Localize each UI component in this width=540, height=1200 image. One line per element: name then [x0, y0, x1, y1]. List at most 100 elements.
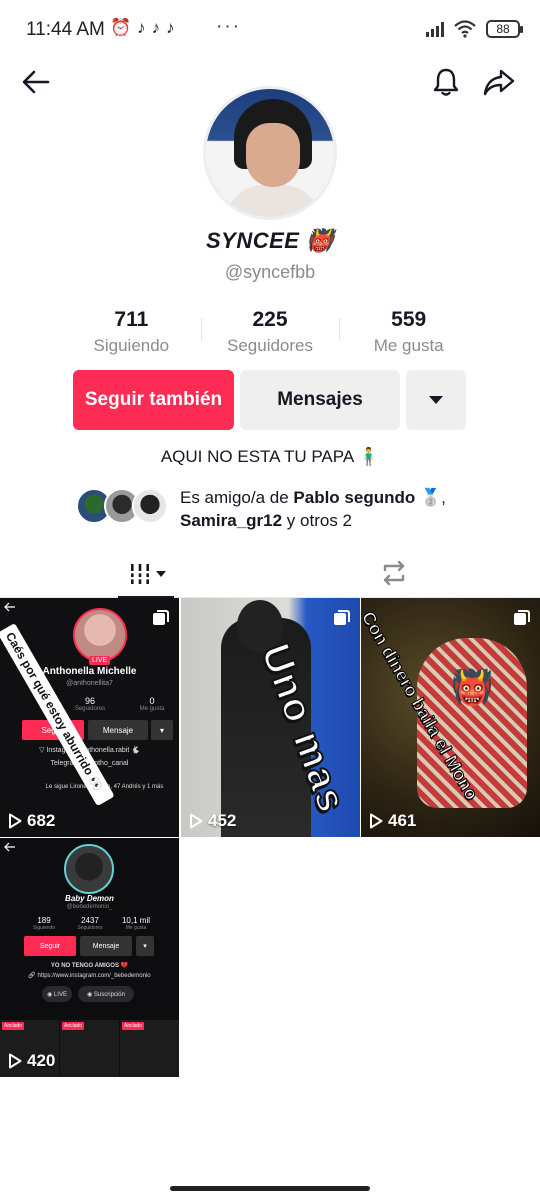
back-arrow-icon[interactable]	[20, 66, 52, 98]
caret-down-icon	[156, 571, 166, 577]
inner-stat: 189 Siguiendo	[24, 916, 64, 931]
system-icons: 88	[426, 20, 523, 38]
stat-label: Siguiendo	[93, 336, 170, 355]
video-thumbnail[interactable]: Uno mas 452	[181, 598, 360, 837]
inner-bio-line: YO NO TENGO AMIGOS 💔	[50, 963, 129, 969]
stat-value: 559	[391, 308, 427, 331]
inner-live-pill: ◉ LIVE	[42, 986, 72, 1002]
inner-profile-name: Baby Demon	[65, 894, 114, 903]
inner-stat: 96 Seguidores	[70, 696, 110, 712]
stat-label: Seguidores	[227, 336, 314, 355]
repost-icon[interactable]	[377, 556, 411, 590]
signal-icon	[426, 21, 444, 37]
friend-name: Pablo segundo 🥈	[293, 488, 442, 507]
view-count: 682	[8, 811, 55, 831]
friend-avatars	[76, 486, 172, 526]
inner-more-button: ▾	[151, 720, 173, 740]
inner-stat-value: 96	[84, 696, 95, 706]
view-count-value: 682	[27, 811, 56, 830]
battery-icon: 88	[486, 20, 523, 38]
status-time: 11:44 AM	[26, 19, 105, 40]
view-count-value: 420	[27, 1051, 56, 1070]
wifi-icon	[454, 20, 476, 38]
tiktok-icon: ♪	[166, 18, 175, 37]
tiktok-icon: ♪	[151, 18, 161, 37]
share-icon[interactable]	[482, 66, 516, 98]
inner-stat: 0 Me gusta	[132, 696, 172, 712]
message-button[interactable]: Mensajes	[240, 370, 400, 430]
inner-stat-label: Me gusta	[139, 706, 165, 712]
friends-prefix: Es amigo/a de	[180, 488, 294, 507]
friends-suffix: y otros 2	[282, 511, 352, 530]
stat-value: 711	[114, 308, 149, 331]
profile-actions: Seguir también Mensajes	[73, 370, 466, 430]
play-icon	[190, 813, 203, 829]
view-count: 461	[369, 811, 416, 831]
inner-stat-value: 2437	[81, 916, 99, 925]
inner-stat-label: Seguidores	[74, 706, 106, 712]
inner-stat-label: Siguiendo	[32, 925, 56, 931]
profile-stats: 711 Siguiendo 225 Seguidores 559 Me gust…	[62, 308, 478, 356]
alarm-icon: ⏰	[110, 18, 132, 37]
play-icon	[9, 813, 22, 829]
videos-grid-icon	[129, 564, 151, 584]
inner-stat: 10,1 mil Me gusta	[116, 916, 156, 931]
view-count: 420	[8, 1051, 55, 1071]
display-name: SYNCEE 👹	[206, 228, 334, 253]
inner-stat-label: Me gusta	[125, 925, 147, 931]
view-count: 452	[189, 811, 236, 831]
tab-videos[interactable]	[120, 556, 174, 592]
more-notifications-icon: ···	[216, 16, 241, 37]
multi-photo-icon	[334, 610, 350, 625]
caret-down-icon	[429, 396, 443, 404]
content-tabs	[0, 550, 540, 598]
pinned-badge: Anclado	[62, 1022, 85, 1030]
inner-video-thumb: Anclado	[60, 1020, 119, 1077]
status-bar: 11:44 AM ⏰ ♪ ♪ ♪ ··· 88	[0, 0, 540, 60]
follow-back-button[interactable]: Seguir también	[73, 370, 234, 430]
inner-stat-value: 10,1 mil	[121, 916, 150, 925]
mutual-friends-text: Es amigo/a de Pablo segundo 🥈, Samira_gr1…	[180, 486, 480, 532]
ogre-emoji: 👹	[451, 669, 494, 707]
friend-avatar	[132, 488, 168, 524]
inner-stat: 2437 Seguidores	[70, 916, 110, 931]
home-indicator[interactable]	[170, 1186, 370, 1191]
inner-stat-value: 0	[149, 696, 155, 706]
inner-subscription-pill: ◉ Suscripción	[78, 986, 134, 1002]
video-thumbnail[interactable]: Baby Demon @bebedemonio_ 189 Siguiendo 24…	[0, 838, 179, 1077]
video-thumbnail[interactable]: LIVE Anthonella Michelle @anthonellita7 …	[0, 598, 179, 837]
stat-label: Me gusta	[373, 336, 444, 355]
profile-avatar[interactable]	[203, 86, 337, 220]
username-handle: @syncefbb	[224, 262, 316, 282]
multi-photo-icon	[514, 610, 530, 625]
play-icon	[370, 813, 383, 829]
avatar	[73, 608, 127, 662]
stat-following[interactable]: 711 Siguiendo	[62, 308, 201, 356]
tiktok-icon: ♪	[137, 18, 146, 37]
friend-name: Samira_gr12	[180, 511, 283, 530]
friends-separator: ,	[441, 488, 446, 507]
profile-bio: AQUI NO ESTA TU PAPA 🧍‍♂️	[160, 447, 380, 466]
inner-stat-label: Seguidores	[77, 925, 103, 931]
inner-follow-button: Seguir	[24, 936, 76, 956]
bell-icon[interactable]	[430, 66, 462, 98]
live-badge: LIVE	[89, 656, 111, 665]
view-count-value: 461	[388, 811, 417, 830]
inner-stat-value: 189	[37, 916, 51, 925]
mutual-friends[interactable]: Es amigo/a de Pablo segundo 🥈, Samira_gr1…	[76, 486, 480, 532]
stat-likes[interactable]: 559 Me gusta	[339, 308, 478, 356]
video-thumbnail[interactable]: 👹 Con dinero baila el Mono 461	[361, 598, 540, 837]
avatar	[64, 844, 114, 894]
play-icon	[9, 1053, 22, 1069]
back-arrow-icon	[4, 842, 15, 852]
multi-photo-icon	[153, 610, 169, 625]
inner-profile-handle: @bebedemonio_	[66, 904, 113, 910]
more-options-button[interactable]	[406, 370, 466, 430]
view-count-value: 452	[208, 811, 237, 830]
inner-message-button: Mensaje	[80, 936, 132, 956]
stat-value: 225	[252, 308, 288, 331]
inner-link-line: 🔗 https://www.instagram.com/_bebedemonio	[28, 973, 151, 979]
back-arrow-icon	[4, 602, 15, 612]
stat-followers[interactable]: 225 Seguidores	[200, 308, 340, 356]
pinned-badge: Anclado	[2, 1022, 25, 1030]
